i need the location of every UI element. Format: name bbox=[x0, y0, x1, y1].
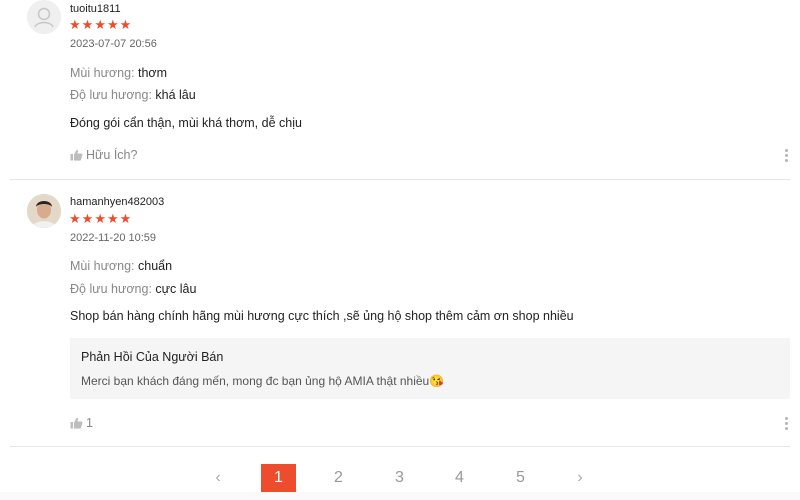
attribute-label: Mùi hương: bbox=[70, 66, 135, 80]
review-comment: Đóng gói cẩn thận, mùi khá thơm, dễ chịu bbox=[70, 116, 302, 130]
attribute-label: Mùi hương: bbox=[70, 259, 135, 273]
helpful-label: Hữu Ích? bbox=[86, 148, 138, 162]
next-page-button[interactable]: › bbox=[567, 464, 593, 492]
review-comment: Shop bán hàng chính hãng mùi hương cực t… bbox=[70, 309, 574, 323]
helpful-button[interactable]: Hữu Ích? bbox=[70, 148, 137, 162]
review-datetime: 2023-07-07 20:56 bbox=[70, 38, 157, 50]
seller-reply-text: Merci bạn khách đáng mến, mong đc bạn ủn… bbox=[81, 374, 445, 388]
user-photo-icon bbox=[27, 194, 61, 228]
star-icon: ★ bbox=[81, 211, 95, 226]
page-2-button[interactable]: 2 bbox=[321, 464, 356, 492]
star-icon: ★ bbox=[69, 17, 82, 32]
star-rating: ★★★★★ bbox=[69, 18, 132, 32]
star-icon: ★ bbox=[94, 211, 107, 226]
pagination: ‹ 1 2 3 4 5 › bbox=[0, 464, 800, 492]
attribute-value: chuẩn bbox=[138, 259, 173, 273]
attribute-label: Độ lưu hương: bbox=[70, 282, 152, 296]
review-username[interactable]: hamanhyen482003 bbox=[70, 196, 164, 208]
review-attribute: Độ lưu hương: cực lâu bbox=[70, 282, 196, 296]
attribute-value: thơm bbox=[138, 66, 168, 80]
divider bbox=[10, 179, 790, 180]
review-attribute: Độ lưu hương: khá lâu bbox=[70, 88, 196, 102]
like-count: 1 bbox=[86, 416, 93, 430]
seller-reply-title: Phản Hồi Của Người Bán bbox=[81, 350, 224, 364]
thumbs-up-icon bbox=[70, 417, 83, 429]
attribute-value: khá lâu bbox=[155, 88, 196, 102]
star-icon: ★ bbox=[94, 17, 107, 32]
more-options-icon[interactable] bbox=[784, 149, 790, 164]
review-datetime: 2022-11-20 10:59 bbox=[70, 232, 157, 244]
star-icon: ★ bbox=[106, 211, 120, 226]
review-attribute: Mùi hương: chuẩn bbox=[70, 259, 172, 273]
divider bbox=[10, 446, 790, 447]
seller-reply: Phản Hồi Của Người Bán Merci bạn khách đ… bbox=[70, 338, 790, 399]
more-options-icon[interactable] bbox=[784, 417, 790, 432]
user-placeholder-icon bbox=[27, 0, 61, 34]
thumbs-up-icon bbox=[70, 149, 83, 161]
review-username[interactable]: tuoitu1811 bbox=[70, 3, 121, 15]
star-icon: ★ bbox=[81, 17, 95, 32]
star-icon: ★ bbox=[119, 211, 133, 226]
prev-page-button[interactable]: ‹ bbox=[205, 464, 231, 492]
star-rating: ★★★★★ bbox=[69, 212, 132, 226]
page-4-button[interactable]: 4 bbox=[442, 464, 477, 492]
page-3-button[interactable]: 3 bbox=[382, 464, 417, 492]
page-5-button[interactable]: 5 bbox=[503, 464, 538, 492]
footer-strip bbox=[0, 492, 800, 500]
star-icon: ★ bbox=[106, 17, 120, 32]
page-1-button[interactable]: 1 bbox=[261, 464, 296, 492]
like-button[interactable]: 1 bbox=[70, 416, 93, 430]
review-attribute: Mùi hương: thơm bbox=[70, 66, 167, 80]
avatar[interactable] bbox=[27, 0, 61, 34]
avatar[interactable] bbox=[27, 194, 61, 228]
star-icon: ★ bbox=[119, 17, 133, 32]
star-icon: ★ bbox=[69, 211, 82, 226]
attribute-label: Độ lưu hương: bbox=[70, 88, 152, 102]
attribute-value: cực lâu bbox=[155, 282, 197, 296]
